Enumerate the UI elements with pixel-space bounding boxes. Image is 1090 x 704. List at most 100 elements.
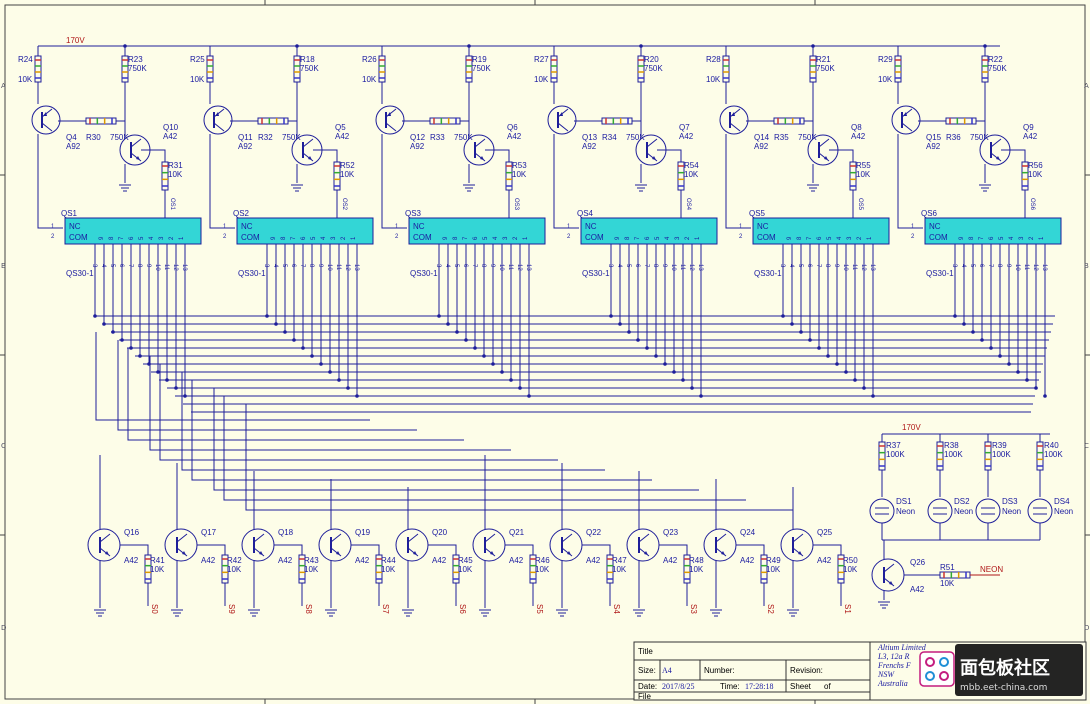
transistor-Q21 bbox=[472, 528, 506, 562]
switch-bottom-pin-10: 10 bbox=[842, 264, 848, 271]
ref-R29: R29 bbox=[878, 55, 893, 64]
neon-DS2: R38100K DS2Neon bbox=[927, 434, 973, 540]
ground-Q9 bbox=[979, 184, 991, 192]
ref-Q21: Q21 bbox=[509, 528, 525, 537]
ref-R53: R53 bbox=[512, 161, 527, 170]
neon-DS4: R40100K DS4Neon bbox=[1027, 434, 1073, 540]
val-R40: 100K bbox=[1044, 450, 1063, 459]
switch-bottom-pin-13: 13 bbox=[1041, 264, 1047, 271]
switch-bottom-pin-5: 5 bbox=[797, 264, 803, 268]
company-line-1: Altium Limited bbox=[877, 643, 927, 652]
ref-R32: R32 bbox=[258, 133, 273, 142]
switch-bottom-pin-6: 6 bbox=[634, 264, 640, 268]
neon-DS3: R39100K DS3Neon bbox=[975, 434, 1021, 540]
net-OS5: OS5 bbox=[857, 198, 863, 211]
val-R24: 10K bbox=[18, 75, 33, 84]
type-Q4: A92 bbox=[66, 142, 81, 151]
channel-1: R2410KQ4A92R23750KR30 750KQ10A42R3110KOS1… bbox=[18, 44, 202, 398]
switch-bottom-pin-8: 8 bbox=[480, 264, 486, 268]
switch-bottom-pin-4: 4 bbox=[960, 264, 966, 268]
val-R53: 10K bbox=[512, 170, 527, 179]
ref-R48: R48 bbox=[689, 556, 704, 565]
transistor-Q16 bbox=[87, 528, 121, 562]
resistor-R30 bbox=[85, 117, 117, 125]
ref-R31: R31 bbox=[168, 161, 183, 170]
switch-bottom-pin-12: 12 bbox=[172, 264, 178, 271]
company-line-2: L3, 12a R bbox=[877, 652, 909, 661]
ground-Q22 bbox=[556, 609, 568, 617]
net-S6: S6 bbox=[458, 604, 467, 614]
val-R29: 10K bbox=[878, 75, 893, 84]
ref-Q8: Q8 bbox=[851, 123, 862, 132]
switch-bottom-pin-12: 12 bbox=[516, 264, 522, 271]
switch-com-label: COM bbox=[69, 233, 88, 242]
ref-R38: R38 bbox=[944, 441, 959, 450]
switch-bottom-pin-3: 3 bbox=[263, 264, 269, 268]
switch-com-label: COM bbox=[757, 233, 776, 242]
ref-R56: R56 bbox=[1028, 161, 1043, 170]
val-R25: 10K bbox=[190, 75, 205, 84]
channel-5: R2810KQ14A92R21750KR35 750KQ8A42R5510KOS5… bbox=[706, 44, 890, 398]
switch-bottom-pin-9: 9 bbox=[1005, 264, 1011, 268]
ref-Q23: Q23 bbox=[663, 528, 679, 537]
rail-label: 170V bbox=[66, 36, 85, 45]
frame-row-left-C: C bbox=[1, 442, 6, 450]
part-QS1: QS30-1 bbox=[66, 269, 94, 278]
time-label: Time: bbox=[720, 682, 740, 691]
switch-bottom-pin-3: 3 bbox=[951, 264, 957, 268]
ref-R27: R27 bbox=[534, 55, 549, 64]
type-Q14: A92 bbox=[754, 142, 769, 151]
channel-3: R2610KQ12A92R19750KR33 750KQ6A42R5310KOS3… bbox=[362, 44, 546, 398]
switch-nc-label: NC bbox=[413, 222, 425, 231]
switch-bottom-pin-12: 12 bbox=[688, 264, 694, 271]
switch-bottom-pin-12: 12 bbox=[860, 264, 866, 271]
switch-bottom-pin-11: 11 bbox=[679, 264, 685, 271]
ref-Q26: Q26 bbox=[910, 558, 926, 567]
net-S1: S1 bbox=[843, 604, 852, 614]
ref-Q9: Q9 bbox=[1023, 123, 1034, 132]
ground-Q19 bbox=[325, 609, 337, 617]
ref-Q6: Q6 bbox=[507, 123, 518, 132]
company-line-3: Frenchs F bbox=[877, 661, 911, 670]
frame-row-right-A: A bbox=[1084, 82, 1089, 90]
switch-bottom-pin-5: 5 bbox=[625, 264, 631, 268]
val-R18: 750K bbox=[300, 64, 319, 73]
frame-row-left-A: A bbox=[1, 82, 6, 90]
switch-bottom-pin-4: 4 bbox=[616, 264, 622, 268]
frame-row-right-C: C bbox=[1084, 442, 1089, 450]
switch-bottom-pin-13: 13 bbox=[181, 264, 187, 271]
of-label: of bbox=[824, 682, 831, 691]
switch-bottom-pin-6: 6 bbox=[462, 264, 468, 268]
ref-R28: R28 bbox=[706, 55, 721, 64]
ground-Q8 bbox=[807, 184, 819, 192]
switch-bottom-pin-4: 4 bbox=[100, 264, 106, 268]
switch-bottom-pin-7: 7 bbox=[815, 264, 821, 268]
switch-nc-label: NC bbox=[241, 222, 253, 231]
resistor-R29 bbox=[894, 55, 902, 83]
switch-bottom-pin-6: 6 bbox=[806, 264, 812, 268]
net-S4: S4 bbox=[612, 604, 621, 614]
transistor-Q25 bbox=[780, 528, 814, 562]
channel-6: R2910KQ15A92R22750KR36 750KQ9A42R5610KOS6… bbox=[878, 44, 1062, 398]
switch-pin-1: 1 bbox=[739, 224, 743, 230]
switch-bottom-pin-9: 9 bbox=[833, 264, 839, 268]
net-OS6: OS6 bbox=[1029, 198, 1035, 211]
type-DS2: Neon bbox=[954, 507, 973, 516]
ref-QS2: QS2 bbox=[233, 209, 250, 218]
ref-Q10: Q10 bbox=[163, 123, 179, 132]
switch-bottom-pin-11: 11 bbox=[851, 264, 857, 271]
ref-R50: R50 bbox=[843, 556, 858, 565]
val-R43: 10K bbox=[304, 565, 319, 574]
neon-DS1: R37100K DS1Neon bbox=[869, 434, 915, 540]
switch-bottom-pin-5: 5 bbox=[281, 264, 287, 268]
switch-pin-2: 2 bbox=[51, 234, 55, 240]
ref-Q15: Q15 bbox=[926, 133, 942, 142]
ref-QS4: QS4 bbox=[577, 209, 594, 218]
switch-bottom-pin-12: 12 bbox=[1032, 264, 1038, 271]
type-Q12: A92 bbox=[410, 142, 425, 151]
type-Q15: A92 bbox=[926, 142, 941, 151]
switch-bottom-pin-8: 8 bbox=[996, 264, 1002, 268]
ref-R54: R54 bbox=[684, 161, 699, 170]
ref-DS4: DS4 bbox=[1054, 497, 1070, 506]
company-line-5: Australia bbox=[877, 679, 908, 688]
